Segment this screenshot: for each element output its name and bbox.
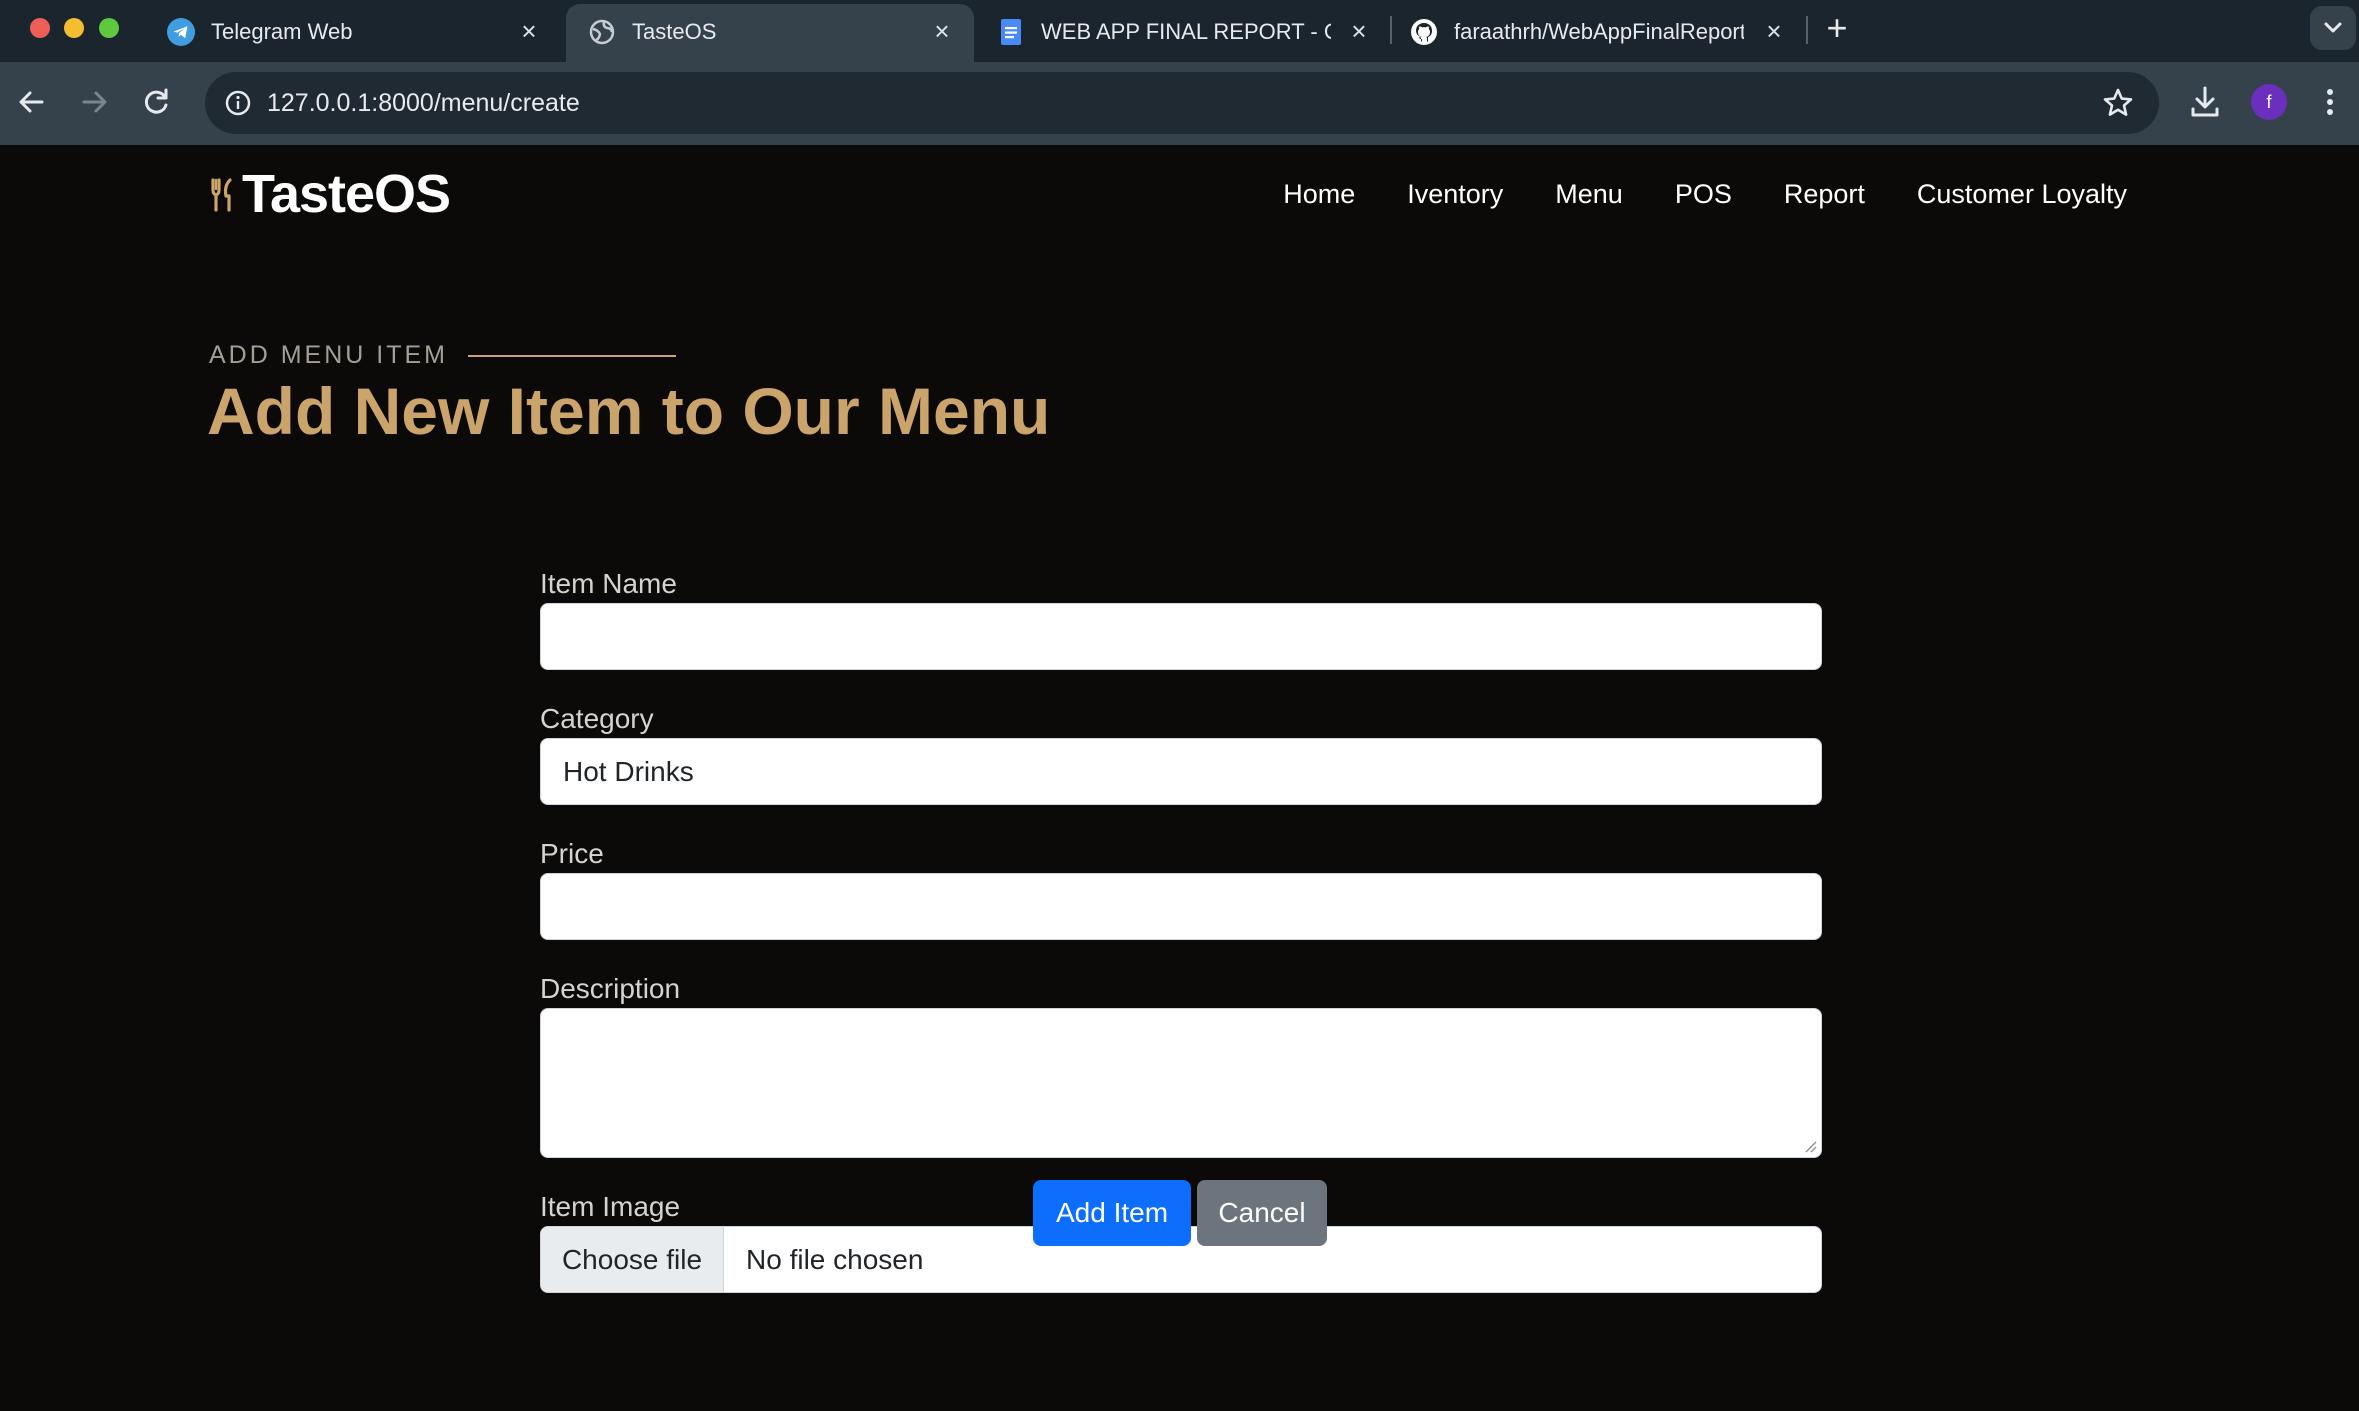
price-label: Price [540, 838, 604, 869]
bookmark-star-icon[interactable] [2101, 86, 2135, 120]
forward-arrow-icon[interactable] [72, 80, 116, 124]
new-tab-button[interactable]: + [1820, 10, 1854, 46]
address-bar[interactable]: 127.0.0.1:8000/menu/create [205, 72, 2159, 134]
nav-pos[interactable]: POS [1675, 179, 1732, 210]
tab-title: WEB APP FINAL REPORT - Go [1041, 19, 1331, 44]
tab-title: faraathrh/WebAppFinalReport [1454, 19, 1744, 44]
tab-search-button[interactable] [2310, 6, 2356, 50]
item-name-input[interactable] [540, 603, 1822, 670]
reload-icon[interactable] [135, 80, 179, 124]
close-tab-icon[interactable]: × [928, 17, 956, 45]
profile-avatar[interactable]: f [2251, 84, 2287, 120]
tab-telegram-web[interactable]: Telegram Web × [145, 4, 557, 62]
tab-divider [1806, 16, 1808, 44]
category-input[interactable]: Hot Drinks [540, 738, 1822, 805]
close-tab-icon[interactable]: × [515, 17, 543, 45]
tab-github-repo[interactable]: faraathrh/WebAppFinalReport × [1388, 4, 1800, 62]
nav-report[interactable]: Report [1784, 179, 1865, 210]
section-eyebrow: ADD MENU ITEM [209, 341, 676, 370]
nav-inventory[interactable]: Iventory [1407, 179, 1503, 210]
description-textarea[interactable] [540, 1008, 1822, 1158]
brand-logo[interactable]: TasteOS [210, 163, 451, 225]
page-content: TasteOS Home Iventory Menu POS Report Cu… [0, 145, 2359, 1411]
site-info-icon[interactable] [223, 88, 253, 118]
minimize-window-button[interactable] [64, 18, 84, 38]
choose-file-button[interactable]: Choose file [541, 1227, 724, 1292]
tab-title: TasteOS [632, 19, 717, 44]
browser-tab-bar: Telegram Web × TasteOS × WEB APP FINAL R… [0, 0, 2359, 62]
tab-web-app-final-report[interactable]: WEB APP FINAL REPORT - Go × [975, 4, 1373, 62]
form-actions: Add Item Cancel [1033, 1180, 1327, 1246]
more-menu-icon[interactable] [2308, 80, 2352, 124]
nav-customer-loyalty[interactable]: Customer Loyalty [1917, 179, 2127, 210]
back-arrow-icon[interactable] [10, 80, 54, 124]
brand-name: TasteOS [242, 164, 451, 224]
category-label: Category [540, 703, 654, 734]
nav-home[interactable]: Home [1283, 179, 1355, 210]
maximize-window-button[interactable] [99, 18, 119, 38]
telegram-icon [167, 18, 195, 46]
close-tab-icon[interactable]: × [1760, 17, 1788, 45]
eyebrow-divider [468, 354, 676, 357]
close-tab-icon[interactable]: × [1345, 17, 1373, 45]
github-icon [1411, 19, 1437, 45]
resize-grip-icon[interactable] [1803, 1139, 1817, 1153]
price-input[interactable] [540, 873, 1822, 940]
cancel-button[interactable]: Cancel [1197, 1180, 1327, 1246]
item-name-label: Item Name [540, 568, 677, 599]
description-label: Description [540, 973, 681, 1004]
browser-toolbar: 127.0.0.1:8000/menu/create f [0, 62, 2359, 145]
add-item-button[interactable]: Add Item [1033, 1180, 1191, 1246]
url-text[interactable]: 127.0.0.1:8000/menu/create [267, 89, 580, 118]
close-window-button[interactable] [30, 18, 50, 38]
chevron-down-icon [2324, 22, 2342, 33]
eyebrow-text: ADD MENU ITEM [209, 341, 448, 369]
download-icon[interactable] [2183, 80, 2227, 124]
fork-knife-icon [211, 178, 232, 212]
tab-tasteos[interactable]: TasteOS × [566, 4, 974, 62]
nav-menu[interactable]: Menu [1555, 179, 1623, 210]
tab-title: Telegram Web [211, 19, 353, 44]
globe-icon [589, 19, 615, 45]
file-status-text: No file chosen [746, 1243, 924, 1275]
docs-icon [1001, 19, 1021, 45]
main-nav: Home Iventory Menu POS Report Customer L… [1283, 179, 2127, 210]
page-title: Add New Item to Our Menu [207, 374, 1051, 448]
